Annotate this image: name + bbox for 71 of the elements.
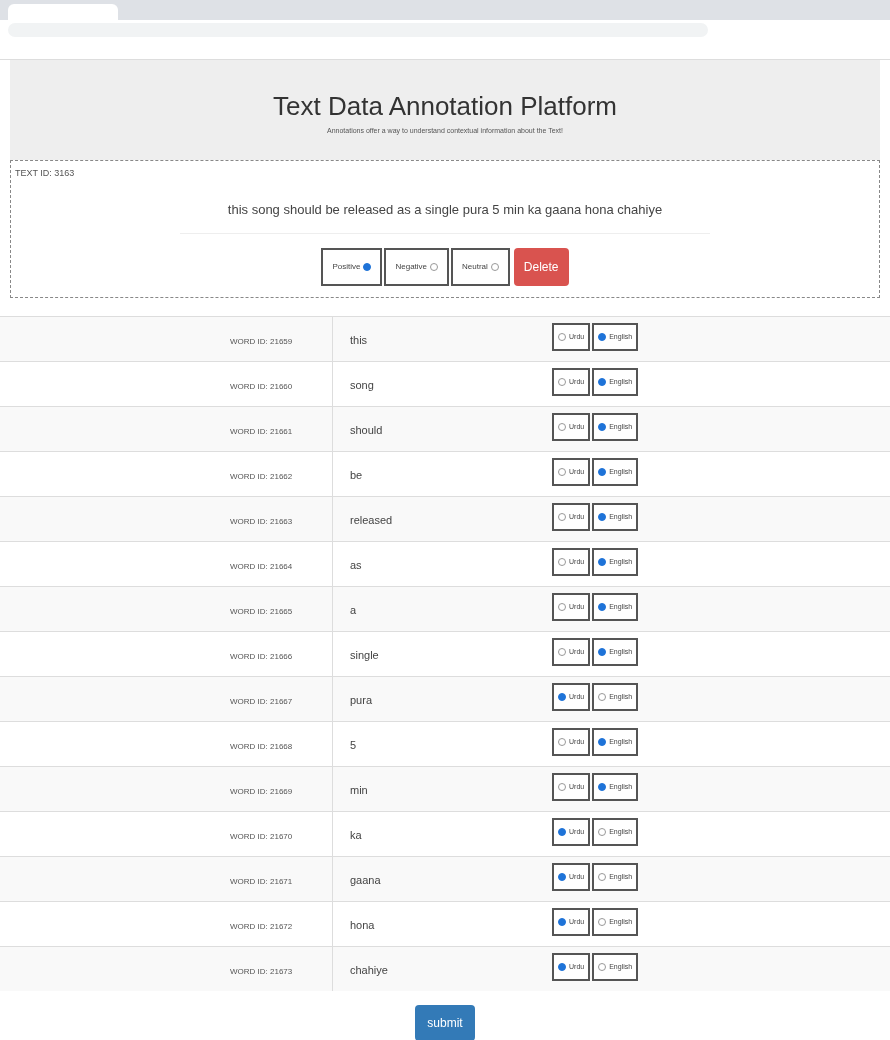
radio-button[interactable] [490, 263, 499, 271]
sentiment-option[interactable]: Negative [384, 248, 450, 286]
radio-button[interactable] [430, 263, 439, 271]
text-id-label: TEXT ID: 3163 [15, 167, 75, 180]
sentiment-option[interactable]: Positive [321, 248, 383, 286]
radio-button[interactable] [558, 603, 566, 611]
radio-button[interactable] [363, 263, 372, 271]
word-text: min [350, 784, 368, 796]
submit-button[interactable]: submit [415, 1005, 475, 1040]
radio-button[interactable] [598, 693, 607, 701]
word-text: 5 [350, 739, 357, 751]
radio-button[interactable] [598, 468, 607, 476]
radio-button[interactable] [558, 558, 566, 566]
radio-button[interactable] [598, 378, 607, 386]
word-id: WORD ID: 21672 [230, 922, 293, 931]
word-text: a [350, 604, 357, 616]
radio-button[interactable] [558, 693, 566, 701]
word-id: WORD ID: 21668 [230, 742, 293, 751]
word-id: WORD ID: 21666 [230, 652, 293, 661]
radio-button[interactable] [558, 963, 566, 971]
word-id: WORD ID: 21661 [230, 427, 293, 436]
radio-button[interactable] [598, 423, 607, 431]
word-id: WORD ID: 21671 [230, 877, 293, 886]
radio-button[interactable] [558, 423, 566, 431]
word-text: should [350, 424, 383, 436]
page-title: Text Data Annotation Platform [273, 90, 617, 122]
radio-button[interactable] [558, 783, 566, 791]
radio-button[interactable] [598, 558, 607, 566]
word-text: this [350, 334, 368, 346]
word-id: WORD ID: 21660 [230, 382, 293, 391]
word-text: released [350, 514, 393, 526]
text-content: this song should be released as a single pura 5 min ka gaana hona chahiye [227, 202, 663, 217]
word-text: be [350, 469, 363, 481]
word-text: single [350, 649, 379, 661]
delete-button[interactable]: Delete [513, 248, 569, 286]
word-id: WORD ID: 21667 [230, 697, 293, 706]
radio-button[interactable] [598, 828, 607, 836]
radio-button[interactable] [558, 648, 566, 656]
radio-button[interactable] [558, 738, 566, 746]
radio-button[interactable] [558, 378, 566, 386]
word-id: WORD ID: 21662 [230, 472, 293, 481]
sentiment-option[interactable]: Neutral [451, 248, 510, 286]
radio-button[interactable] [598, 873, 607, 881]
word-id: WORD ID: 21673 [230, 967, 293, 976]
radio-button[interactable] [598, 738, 607, 746]
radio-button[interactable] [558, 828, 566, 836]
radio-button[interactable] [598, 603, 607, 611]
word-text: ka [350, 829, 362, 841]
radio-button[interactable] [598, 648, 607, 656]
radio-button[interactable] [598, 963, 607, 971]
word-id: WORD ID: 21670 [230, 832, 293, 841]
word-text: gaana [350, 874, 381, 886]
radio-button[interactable] [558, 513, 566, 521]
radio-button[interactable] [598, 513, 607, 521]
radio-button[interactable] [558, 918, 566, 926]
word-id: WORD ID: 21665 [230, 607, 293, 616]
word-id: WORD ID: 21659 [230, 337, 293, 346]
radio-button[interactable] [598, 918, 607, 926]
radio-button[interactable] [558, 468, 566, 476]
word-id: WORD ID: 21663 [230, 517, 293, 526]
word-text: pura [350, 694, 373, 706]
word-id: WORD ID: 21664 [230, 562, 293, 571]
word-id: WORD ID: 21669 [230, 787, 293, 796]
radio-button[interactable] [598, 783, 607, 791]
word-text: song [350, 379, 374, 391]
word-text: hona [350, 919, 375, 931]
radio-button[interactable] [558, 873, 566, 881]
radio-button[interactable] [558, 333, 566, 341]
radio-button[interactable] [598, 333, 607, 341]
word-text: as [350, 559, 362, 571]
word-text: chahiye [350, 964, 388, 976]
